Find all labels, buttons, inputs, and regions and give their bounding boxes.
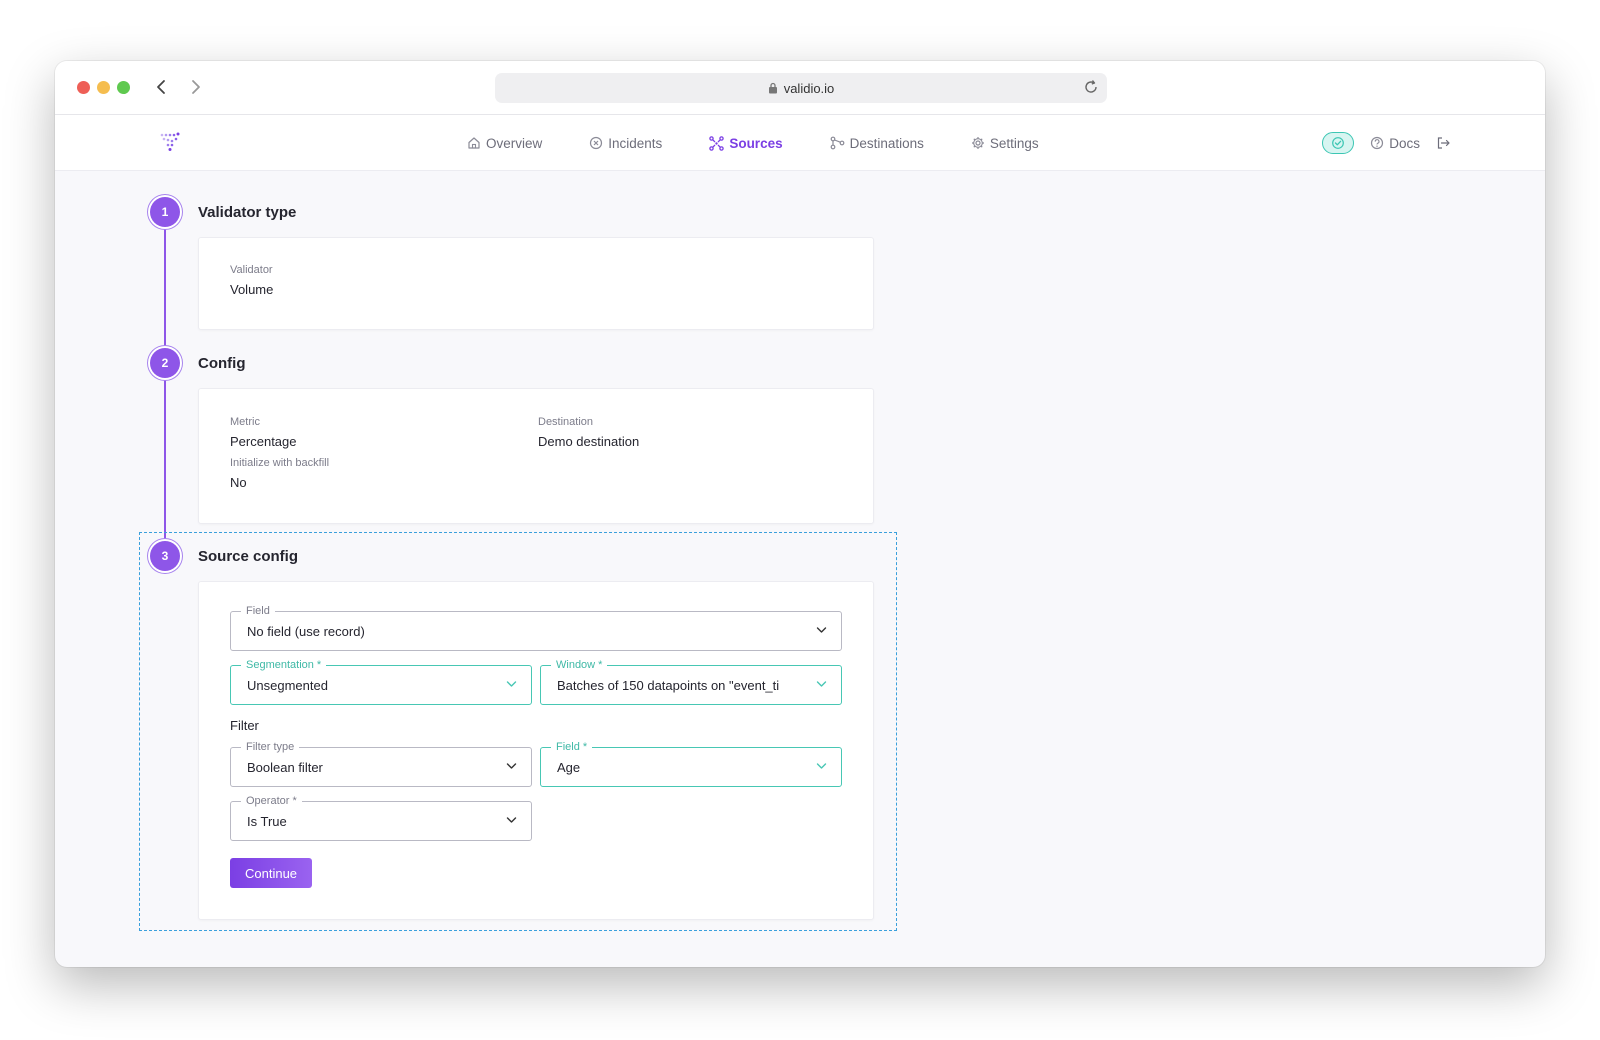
- step-3-badge: 3: [150, 541, 180, 571]
- nav-item-label: Overview: [486, 135, 543, 151]
- maximize-window-button[interactable]: [117, 81, 130, 94]
- x-circle-icon: [590, 136, 603, 150]
- chevron-down-icon: [816, 680, 827, 688]
- back-button[interactable]: [150, 75, 174, 99]
- chevron-down-icon: [506, 680, 517, 688]
- filter-type-select-label: Filter type: [241, 740, 300, 754]
- nav-item-label: Sources: [729, 135, 783, 151]
- filter-field-select-label: Field *: [551, 740, 593, 754]
- home-icon: [468, 137, 480, 149]
- graph-nodes-icon: [709, 135, 725, 151]
- segmentation-select-value: Unsegmented: [247, 677, 328, 693]
- step-1-title: Validator type: [198, 204, 297, 221]
- nav-item-label: Destinations: [849, 135, 924, 151]
- nav-item-destinations[interactable]: Destinations: [830, 136, 924, 151]
- status-indicator[interactable]: [1322, 132, 1355, 154]
- chevron-down-icon: [816, 762, 827, 770]
- minimize-window-button[interactable]: [97, 81, 110, 94]
- chevron-left-icon: [157, 80, 165, 94]
- nav-item-incidents[interactable]: Incidents: [589, 136, 662, 151]
- nav-item-label: Incidents: [608, 135, 663, 151]
- segmentation-select[interactable]: Segmentation * Unsegmented: [230, 658, 532, 705]
- segmentation-select-label: Segmentation *: [241, 658, 327, 672]
- step-2-title: Config: [198, 355, 246, 372]
- window-select[interactable]: Window * Batches of 150 datapoints on "e…: [540, 658, 842, 705]
- chevron-down-icon: [506, 762, 517, 770]
- config-card: Metric Percentage Destination Demo desti…: [198, 388, 874, 524]
- nav-item-settings[interactable]: Settings: [971, 136, 1039, 151]
- window-select-value: Batches of 150 datapoints on "event_ti: [557, 677, 780, 693]
- nav-item-label: Settings: [989, 135, 1039, 151]
- operator-select[interactable]: Operator * Is True: [230, 794, 532, 841]
- url-text: validio.io: [783, 80, 835, 96]
- filter-type-select-value: Boolean filter: [247, 759, 323, 775]
- step-timeline: [164, 226, 166, 556]
- backfill-value: No: [230, 475, 247, 490]
- app-header: Overview Incidents Sources Destinations …: [55, 115, 1545, 171]
- validator-type-card: Validator Volume: [198, 237, 874, 330]
- browser-titlebar: validio.io: [55, 61, 1545, 115]
- forward-button[interactable]: [183, 75, 207, 99]
- nav-item-sources[interactable]: Sources: [709, 135, 783, 151]
- metric-value: Percentage: [230, 434, 297, 449]
- destination-label: Destination: [538, 416, 594, 428]
- filter-field-select[interactable]: Field * Age: [540, 740, 842, 787]
- validator-label: Validator: [230, 264, 273, 276]
- filter-field-select-value: Age: [557, 759, 581, 775]
- browser-window: validio.io Overview Incidents Sources De…: [55, 61, 1545, 967]
- validio-logo-icon[interactable]: [159, 131, 181, 153]
- address-bar[interactable]: validio.io: [495, 73, 1107, 103]
- nav-item-overview[interactable]: Overview: [467, 136, 542, 151]
- help-circle-icon: [1371, 136, 1384, 150]
- filter-heading: Filter: [230, 718, 259, 733]
- share-icon: [830, 136, 844, 150]
- field-select-value: No field (use record): [247, 623, 365, 639]
- chevron-down-icon: [506, 816, 517, 824]
- backfill-label: Initialize with backfill: [230, 457, 330, 469]
- filter-type-select[interactable]: Filter type Boolean filter: [230, 740, 532, 787]
- gear-icon: [971, 137, 984, 149]
- field-select[interactable]: Field No field (use record): [230, 604, 842, 651]
- step-1-badge: 1: [150, 197, 180, 227]
- logout-button[interactable]: [1436, 136, 1451, 150]
- window-select-label: Window *: [551, 658, 608, 672]
- lock-icon: [768, 82, 778, 94]
- source-config-card: Field No field (use record) Segmentation…: [198, 581, 874, 920]
- operator-select-value: Is True: [247, 813, 287, 829]
- reload-icon[interactable]: [1083, 79, 1099, 95]
- step-3-title: Source config: [198, 548, 299, 565]
- main-nav: Overview Incidents Sources Destinations …: [467, 115, 1086, 171]
- validator-value: Volume: [230, 282, 274, 297]
- docs-label: Docs: [1389, 135, 1420, 151]
- field-select-label: Field: [241, 604, 275, 618]
- header-tools: Docs: [1322, 115, 1451, 171]
- operator-select-label: Operator *: [241, 794, 302, 808]
- docs-link[interactable]: Docs: [1370, 136, 1420, 151]
- close-window-button[interactable]: [77, 81, 90, 94]
- chevron-down-icon: [816, 626, 827, 634]
- destination-value: Demo destination: [538, 434, 640, 449]
- metric-label: Metric: [230, 416, 260, 428]
- chevron-right-icon: [192, 80, 200, 94]
- check-circle-icon: [1332, 137, 1345, 149]
- logout-icon: [1437, 137, 1450, 149]
- step-2-badge: 2: [150, 348, 180, 378]
- continue-button[interactable]: Continue: [230, 858, 313, 888]
